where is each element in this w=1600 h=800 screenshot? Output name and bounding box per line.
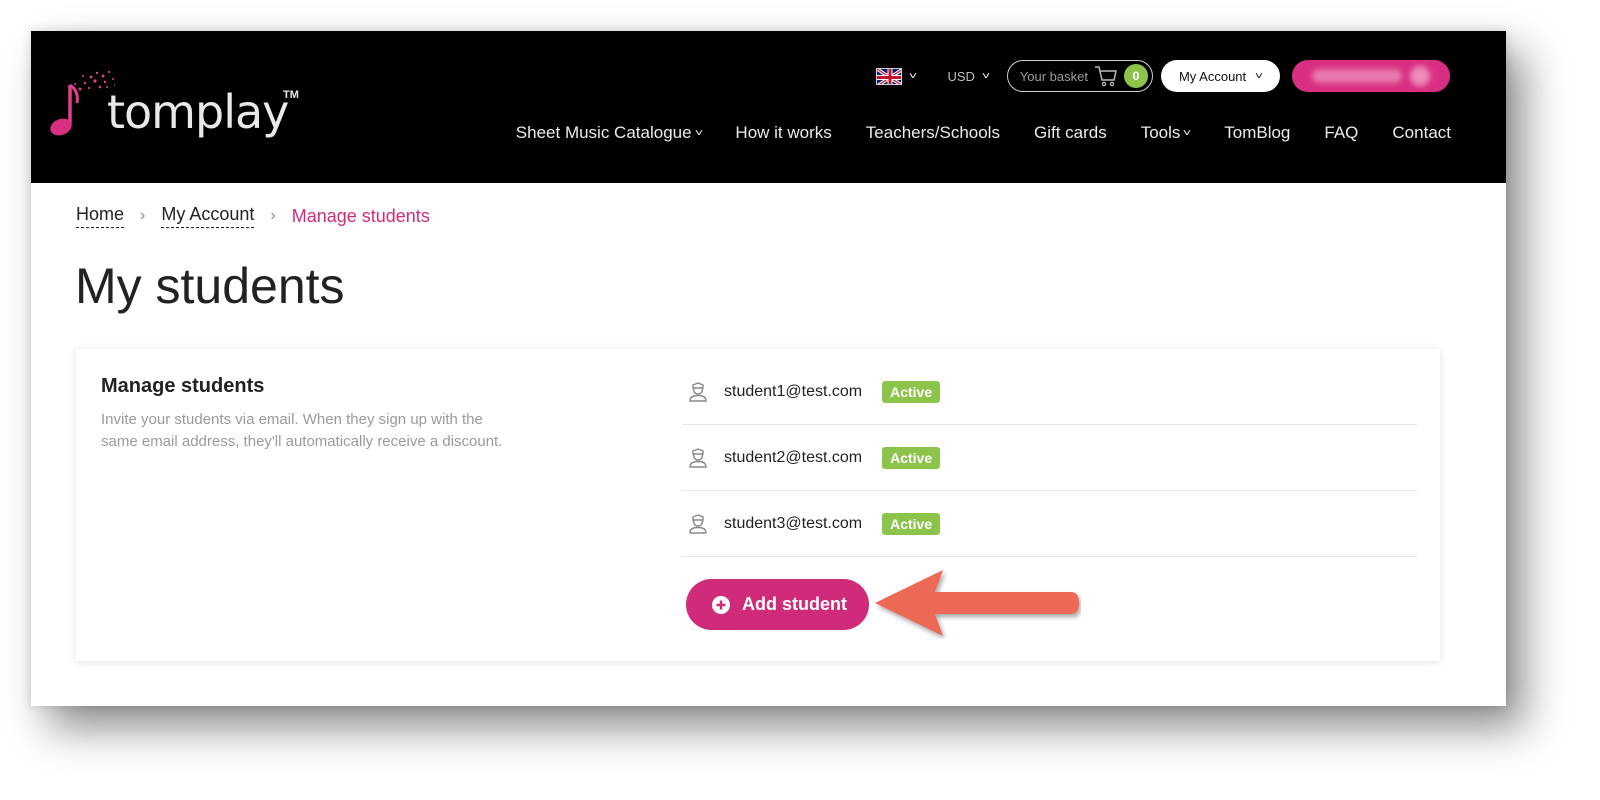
breadcrumb: Home › My Account › Manage students <box>76 204 430 228</box>
cart-icon <box>1094 66 1117 87</box>
nav-teachers-schools[interactable]: Teachers/Schools <box>866 123 1000 143</box>
browser-frame: tomplay TM ˅ USD ˅ Your basket 0 My Acco… <box>31 31 1506 706</box>
nav-label: Gift cards <box>1033 123 1107 142</box>
annotation-arrow-icon <box>875 570 1079 636</box>
nav-label: Contact <box>1392 123 1451 142</box>
nav-how-it-works[interactable]: How it works <box>735 123 831 143</box>
site-header: tomplay TM ˅ USD ˅ Your basket 0 My Acco… <box>31 31 1506 183</box>
chevron-right-icon: › <box>270 207 276 224</box>
student-row: student2@test.com Active <box>682 425 1417 491</box>
student-row: student1@test.com Active <box>682 359 1417 425</box>
manage-students-card: Manage students Invite your students via… <box>76 349 1440 661</box>
avatar <box>1410 66 1430 86</box>
breadcrumb-my-account[interactable]: My Account <box>161 204 255 228</box>
nav-label: Teachers/Schools <box>865 123 1000 142</box>
plus-circle-icon <box>712 595 730 614</box>
basket-label: Your basket <box>1019 68 1088 84</box>
add-student-button[interactable]: Add student <box>686 579 869 630</box>
breadcrumb-current: Manage students <box>291 205 430 226</box>
basket-button[interactable]: Your basket 0 <box>1006 60 1153 92</box>
user-menu-button[interactable] <box>1292 60 1450 92</box>
nav-contact[interactable]: Contact <box>1392 123 1451 143</box>
chevron-down-icon: ˅ <box>981 70 990 82</box>
status-badge: Active <box>882 512 941 535</box>
nav-label: FAQ <box>1324 123 1359 142</box>
card-description: Invite your students via email. When the… <box>101 411 503 450</box>
card-title: Manage students <box>101 375 265 397</box>
my-account-label: My Account <box>1178 68 1247 84</box>
logo-wordmark: tomplay <box>107 85 289 139</box>
page-title: My students <box>75 258 345 314</box>
student-row: student3@test.com Active <box>682 491 1417 557</box>
chevron-down-icon: ˅ <box>694 127 703 139</box>
student-icon <box>689 447 707 468</box>
breadcrumb-home[interactable]: Home <box>76 204 125 228</box>
my-account-button[interactable]: My Account ˅ <box>1160 60 1280 92</box>
nav-label: Tools <box>1140 123 1181 142</box>
currency-selector[interactable]: USD ˅ <box>947 68 990 84</box>
add-student-label: Add student <box>742 594 847 614</box>
uk-flag-icon <box>875 67 902 85</box>
redacted-username <box>1312 69 1402 83</box>
student-email: student1@test.com <box>724 382 863 400</box>
currency-label: USD <box>947 68 975 84</box>
nav-sheet-music-catalogue[interactable]: Sheet Music Catalogue ˅ <box>515 123 703 143</box>
student-icon <box>689 381 707 402</box>
tomplay-logo[interactable]: tomplay TM <box>45 67 299 147</box>
logo-trademark: TM <box>283 89 299 101</box>
chevron-down-icon: ˅ <box>908 70 917 82</box>
basket-count-badge: 0 <box>1123 64 1148 88</box>
status-badge: Active <box>882 446 941 469</box>
nav-gift-cards[interactable]: Gift cards <box>1034 123 1107 143</box>
music-note-logo-icon <box>50 70 115 136</box>
language-selector[interactable]: ˅ <box>875 67 917 85</box>
student-email: student3@test.com <box>724 514 863 532</box>
student-icon <box>689 513 707 534</box>
student-list: student1@test.com Active student2@test.c… <box>682 359 1417 557</box>
status-badge: Active <box>882 380 941 403</box>
nav-tools[interactable]: Tools ˅ <box>1140 123 1192 143</box>
nav-tomblog[interactable]: TomBlog <box>1224 123 1290 143</box>
nav-faq[interactable]: FAQ <box>1324 123 1358 143</box>
chevron-down-icon: ˅ <box>1183 127 1192 139</box>
header-utility-bar: ˅ USD ˅ Your basket 0 My Account ˅ <box>875 59 1450 93</box>
student-email: student2@test.com <box>724 448 863 466</box>
nav-label: TomBlog <box>1224 123 1291 142</box>
chevron-right-icon: › <box>140 207 146 224</box>
main-nav: Sheet Music Catalogue ˅ How it works Tea… <box>482 123 1451 143</box>
chevron-down-icon: ˅ <box>1254 70 1264 82</box>
nav-label: Sheet Music Catalogue <box>515 123 692 142</box>
nav-label: How it works <box>735 123 832 142</box>
